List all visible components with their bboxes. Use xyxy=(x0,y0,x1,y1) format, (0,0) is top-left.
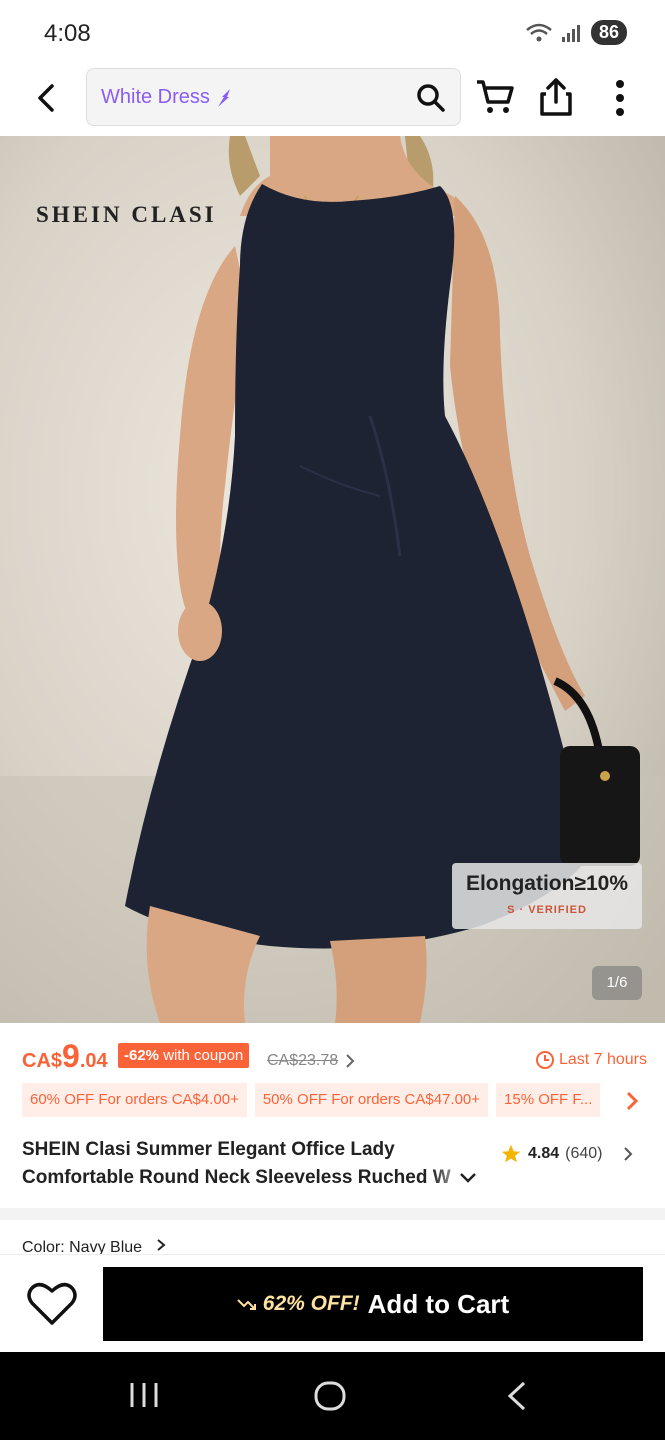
coupons-chevron-icon[interactable] xyxy=(625,1090,639,1112)
price-decimal: .04 xyxy=(79,1050,108,1072)
battery-icon: 86 xyxy=(590,20,627,45)
back-nav-icon[interactable] xyxy=(505,1380,529,1412)
bottom-action-bar: 62% OFF! Add to Cart xyxy=(0,1254,665,1352)
wifi-icon xyxy=(526,23,552,41)
add-to-cart-button[interactable]: 62% OFF! Add to Cart xyxy=(103,1267,643,1341)
elongation-verified: S · VERIFIED xyxy=(507,904,587,916)
elongation-text: Elongation≥10% xyxy=(465,872,629,895)
coupon-chip[interactable]: 50% OFF For orders CA$47.00+ xyxy=(254,1083,489,1117)
home-icon[interactable] xyxy=(313,1380,347,1412)
brand-logo: SHEIN CLASI xyxy=(36,202,217,227)
search-icon[interactable] xyxy=(416,83,446,113)
coupon-list: 60% OFF For orders CA$4.00+ 50% OFF For … xyxy=(22,1083,647,1117)
expand-title-icon[interactable] xyxy=(458,1168,478,1188)
image-counter: 1/6 xyxy=(592,966,642,1000)
product-title[interactable]: SHEIN Clasi Summer Elegant Office Lady C… xyxy=(22,1136,482,1192)
search-input[interactable]: White Dress xyxy=(86,68,461,126)
price-integer: 9 xyxy=(62,1038,80,1074)
share-icon[interactable] xyxy=(538,76,574,118)
cart-discount-text: 62% OFF! xyxy=(262,1292,360,1315)
current-price: CA$ 9 .04 xyxy=(22,1038,108,1075)
search-query: White Dress xyxy=(101,86,234,109)
chevron-right-icon[interactable] xyxy=(344,1053,356,1069)
cart-discount: 62% OFF! xyxy=(237,1292,360,1316)
trending-icon xyxy=(217,88,230,107)
star-icon xyxy=(501,1144,521,1163)
chevron-right-icon xyxy=(156,1239,166,1251)
signal-icon xyxy=(561,24,580,42)
price-currency: CA$ xyxy=(22,1050,63,1072)
elongation-badge: Elongation≥10% S · VERIFIED xyxy=(452,863,642,929)
color-selector[interactable]: Color: Navy Blue xyxy=(22,1238,167,1254)
original-price[interactable]: CA$23.78 xyxy=(267,1052,338,1070)
product-image[interactable]: SHEIN CLASI Elongation≥10% S · VERIFIED … xyxy=(0,136,665,1023)
coupon-chip[interactable]: 60% OFF For orders CA$4.00+ xyxy=(22,1083,247,1117)
clock-icon xyxy=(535,1051,554,1069)
system-nav-bar xyxy=(0,1352,665,1440)
product-title-line1: SHEIN Clasi Summer Elegant Office Lady xyxy=(22,1139,395,1160)
discount-percent: -62% xyxy=(124,1047,160,1064)
promo-timer[interactable]: Last 7 hours xyxy=(535,1050,647,1070)
chevron-right-icon xyxy=(623,1147,632,1161)
section-divider xyxy=(0,1208,665,1220)
promo-timer-text: Last 7 hours xyxy=(558,1051,647,1068)
cart-icon[interactable] xyxy=(475,78,515,116)
back-button[interactable] xyxy=(26,78,66,118)
discount-suffix: with coupon xyxy=(163,1047,244,1064)
heart-icon[interactable] xyxy=(26,1279,78,1327)
discount-badge: -62% with coupon xyxy=(118,1043,250,1068)
coupon-chip[interactable]: 15% OFF F... xyxy=(496,1083,601,1117)
color-label: Color: Navy Blue xyxy=(22,1239,143,1254)
more-options-icon[interactable] xyxy=(605,76,635,120)
search-query-text: White Dress xyxy=(101,86,210,108)
recent-apps-icon[interactable] xyxy=(128,1380,160,1410)
rating-value: 4.84 xyxy=(528,1145,560,1162)
cart-button-label: Add to Cart xyxy=(367,1288,510,1319)
status-time: 4:08 xyxy=(44,20,91,47)
trend-down-icon xyxy=(237,1299,256,1310)
review-count: (640) xyxy=(565,1145,603,1162)
color-row-clip: Color: Navy Blue xyxy=(0,1220,665,1254)
header: White Dress xyxy=(0,64,665,136)
status-bar: 4:08 86 xyxy=(0,0,665,64)
price-row: CA$ 9 .04 -62% with coupon CA$23.78 Last… xyxy=(22,1038,647,1078)
rating[interactable]: 4.84 (640) xyxy=(500,1143,635,1165)
back-arrow-icon xyxy=(38,84,54,112)
product-title-line2: Comfortable Round Neck Sleeveless Ruched… xyxy=(22,1167,451,1188)
status-icons: 86 xyxy=(525,20,627,45)
